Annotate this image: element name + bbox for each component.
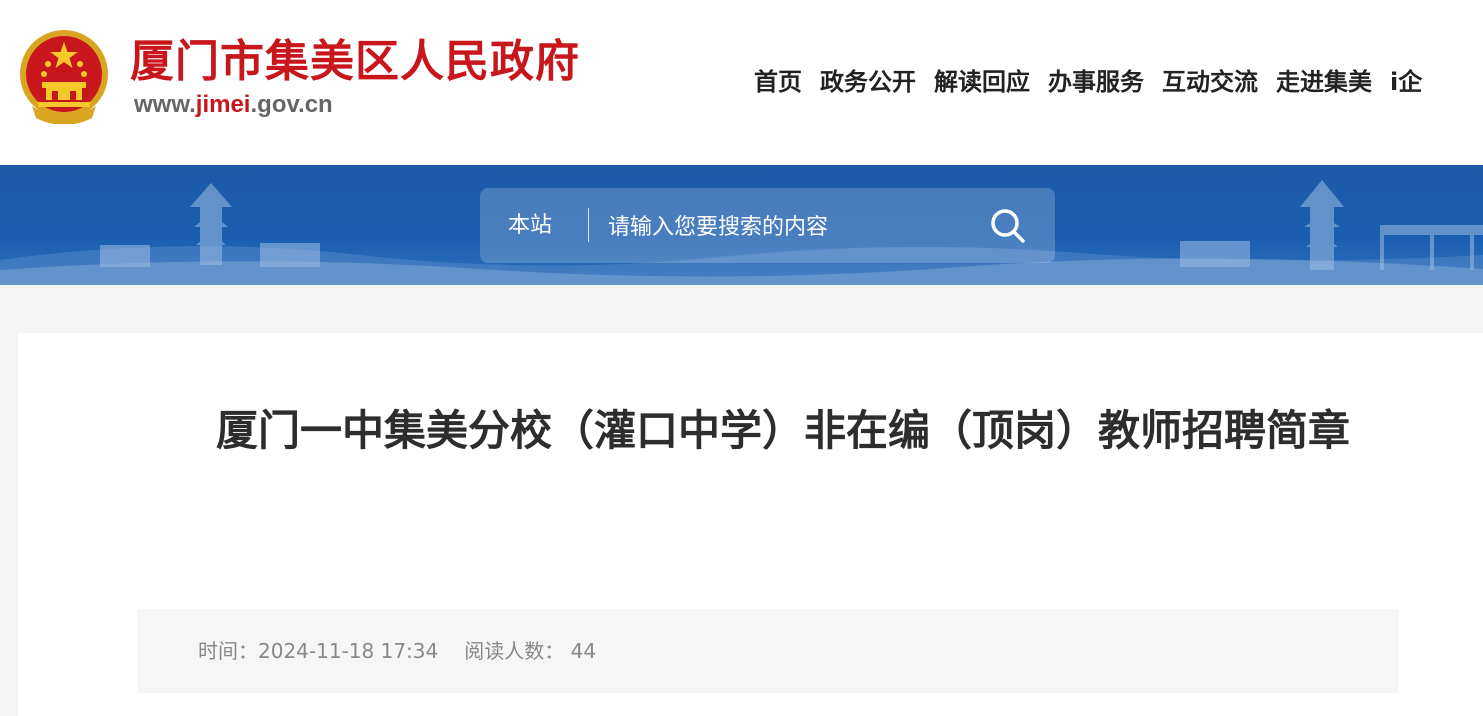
read-count: 44 (570, 639, 597, 663)
article-title: 厦门一中集美分校（灌口中学）非在编（顶岗）教师招聘简章 (215, 406, 1350, 455)
url-highlight: jimei (195, 91, 251, 118)
nav-item-home[interactable]: 首页 (754, 62, 802, 102)
search-input[interactable] (606, 206, 980, 248)
article-card: 厦门一中集美分校（灌口中学）非在编（顶岗）教师招聘简章 时间：2024-11-1… (18, 333, 1483, 716)
site-name[interactable]: 厦门市集美区人民政府 (130, 32, 580, 92)
meta-line: 时间：2024-11-18 17:34 阅读人数： 44 (198, 635, 596, 667)
nav-item-interaction[interactable]: 互动交流 (1162, 62, 1258, 102)
nav-item-i-enterprise[interactable]: i企 (1390, 62, 1422, 102)
article-meta: 时间：2024-11-18 17:34 阅读人数： 44 (138, 609, 1398, 693)
url-suffix: .gov.cn (250, 91, 333, 118)
search-divider (588, 208, 589, 242)
search-banner: 本站 (0, 165, 1483, 285)
national-emblem-icon[interactable] (18, 28, 110, 124)
search-icon[interactable] (988, 206, 1028, 246)
nav-item-about-jimei[interactable]: 走进集美 (1276, 62, 1372, 102)
nav-item-government-affairs[interactable]: 政务公开 (820, 62, 916, 102)
site-url: www.jimei.gov.cn (134, 88, 333, 122)
time-label: 时间： (198, 639, 258, 663)
publish-time: 2024-11-18 17:34 (258, 639, 439, 663)
site-header: 厦门市集美区人民政府 www.jimei.gov.cn 首页 政务公开 解读回应… (0, 0, 1483, 165)
nav-item-services[interactable]: 办事服务 (1048, 62, 1144, 102)
search-box: 本站 (480, 188, 1055, 263)
main-nav: 首页 政务公开 解读回应 办事服务 互动交流 走进集美 i企 (745, 62, 1431, 102)
search-scope-select[interactable]: 本站 (508, 210, 552, 242)
url-prefix: www. (134, 91, 196, 118)
nav-item-interpretation[interactable]: 解读回应 (934, 62, 1030, 102)
reads-label: 阅读人数： (464, 639, 565, 663)
